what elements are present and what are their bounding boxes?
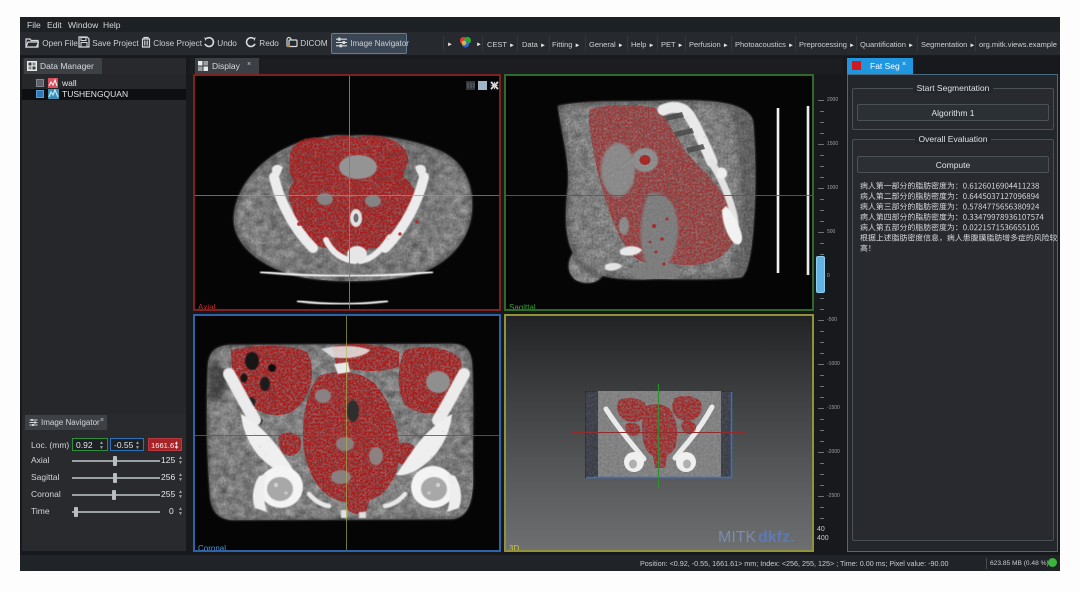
svg-text:dkfz.: dkfz. (758, 529, 794, 546)
svg-text:Coronal: Coronal (198, 544, 226, 552)
svg-text:Sagittal: Sagittal (509, 303, 536, 311)
svg-text:3D: 3D (509, 544, 519, 552)
svg-text:Axial: Axial (198, 303, 216, 311)
svg-text:MITK: MITK (718, 529, 757, 546)
